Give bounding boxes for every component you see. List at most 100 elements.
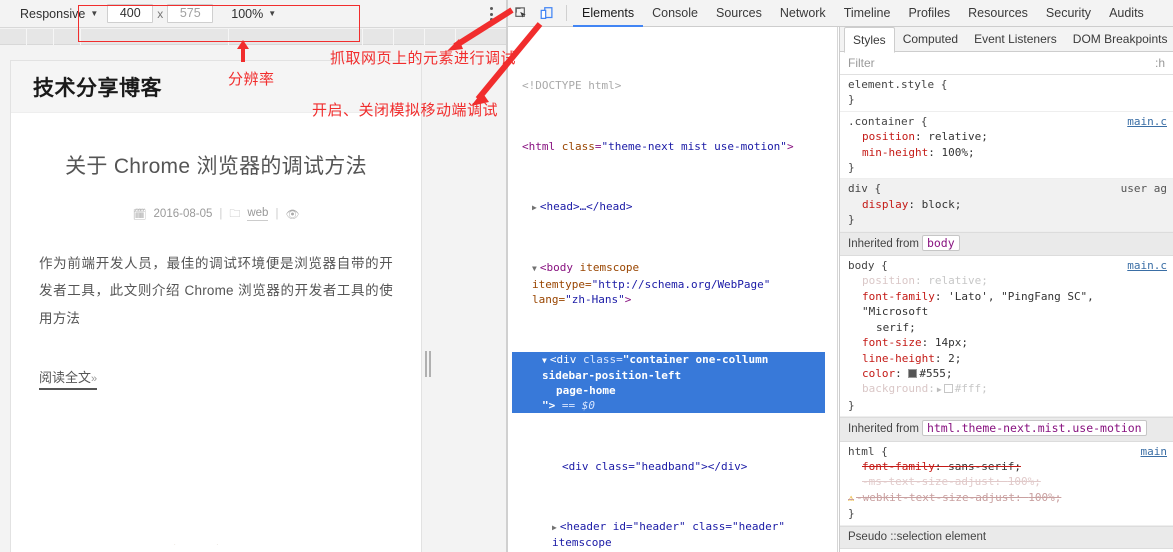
device-toolbar-glyph	[540, 6, 553, 19]
inspect-element-icon[interactable]	[508, 0, 534, 27]
tab-network[interactable]: Network	[771, 0, 835, 27]
viewport-resize-handle[interactable]	[421, 349, 435, 379]
css-declaration[interactable]: ⚠ -webkit-text-size-adjust: 100%;	[848, 490, 1165, 506]
devtools-tabbar: Elements Console Sources Network Timelin…	[508, 0, 1173, 27]
meta-separator: |	[219, 208, 223, 220]
toolbar-divider	[566, 5, 567, 21]
tab-styles[interactable]: Styles	[844, 27, 895, 53]
tab-dom-breakpoints[interactable]: DOM Breakpoints	[1065, 27, 1173, 52]
css-source-link[interactable]: main.c	[1127, 114, 1167, 129]
site-title: 技术分享博客	[33, 76, 162, 100]
inherited-element-chip[interactable]: body	[921, 234, 960, 251]
dom-line-headband[interactable]: <div class="headband"></div>	[512, 459, 825, 474]
inherited-element-chip[interactable]: html.theme-next.mist.use-motion	[921, 420, 1147, 437]
dom-line-header[interactable]: ▶ <header id="header" class="header" items…	[512, 519, 825, 552]
read-more-link[interactable]: 阅读全文»	[39, 367, 98, 390]
warning-icon: ⚠	[848, 492, 855, 504]
tab-security[interactable]: Security	[1037, 0, 1100, 27]
inherited-from-body-header: Inherited from body	[840, 231, 1173, 257]
dom-line-selected-container[interactable]: ▼ <div class="container one-collumn sideb…	[512, 351, 825, 414]
tab-elements[interactable]: Elements	[573, 0, 643, 27]
css-selector: element.style {	[848, 78, 948, 91]
zoom-select[interactable]: 100% ▼	[225, 5, 282, 23]
css-close-brace: }	[848, 213, 855, 227]
tab-profiles[interactable]: Profiles	[899, 0, 959, 27]
tab-computed[interactable]: Computed	[895, 27, 966, 52]
css-declaration-wrap: serif;	[876, 320, 916, 334]
css-rule-html[interactable]: main html { font-family: sans-serif; -ms…	[840, 442, 1173, 526]
css-rule-div-useragent[interactable]: user ag div { display: block; }	[840, 179, 1173, 232]
viewport-height-input[interactable]: 575	[167, 4, 214, 23]
css-source-link[interactable]: main	[1141, 444, 1168, 459]
elements-panel[interactable]: <!DOCTYPE html> <html class="theme-next …	[508, 27, 838, 552]
post-category-link[interactable]: web	[247, 207, 269, 221]
styles-tabbar: Styles Computed Event Listeners DOM Brea…	[840, 27, 1173, 53]
eye-icon: 👁	[285, 208, 300, 221]
css-declaration[interactable]: background: ▶ #fff;	[848, 381, 1165, 397]
styles-pane: Styles Computed Event Listeners DOM Brea…	[839, 27, 1173, 552]
post-title[interactable]: 关于 Chrome 浏览器的调试方法	[39, 151, 393, 183]
zoom-label: 100%	[231, 6, 264, 21]
css-close-brace: }	[848, 161, 855, 175]
calendar-icon: 🗓	[132, 208, 147, 221]
dimension-separator: x	[157, 6, 164, 21]
devtools-window: Elements Console Sources Network Timelin…	[508, 0, 1173, 552]
css-declaration[interactable]: position: relative;	[848, 129, 1165, 144]
inherited-label: Inherited from	[848, 237, 919, 250]
dom-line-head[interactable]: ▶ <head>…</head>	[512, 199, 825, 215]
device-toolbar: Responsive ▼ 400 x 575 100% ▼	[0, 0, 508, 28]
css-declaration[interactable]: font-family: 'Lato', "PingFang SC", "Mic…	[848, 289, 1165, 320]
styles-filter-bar[interactable]: Filter :h	[840, 52, 1173, 75]
inherited-label: Inherited from	[848, 423, 919, 436]
css-declaration[interactable]: font-size: 14px;	[848, 335, 1165, 350]
css-declaration[interactable]: color: #555;	[848, 366, 1165, 381]
css-declaration[interactable]: font-family: sans-serif;	[848, 459, 1165, 474]
css-rule-element-style[interactable]: element.style { }	[840, 75, 1173, 112]
tab-sources[interactable]: Sources	[707, 0, 771, 27]
device-preset-select[interactable]: Responsive ▼	[14, 5, 104, 23]
viewport-ruler	[0, 29, 508, 45]
css-close-brace: }	[848, 93, 855, 107]
read-more-label: 阅读全文	[39, 369, 92, 385]
color-swatch[interactable]	[908, 368, 918, 378]
partial-footer-row: ··	[173, 540, 259, 549]
dom-line-doctype: <!DOCTYPE html>	[522, 79, 622, 93]
inherited-from-html-header: Inherited from html.theme-next.mist.use-m…	[840, 417, 1173, 442]
tab-event-listeners[interactable]: Event Listeners	[966, 27, 1065, 52]
css-declaration[interactable]: -ms-text-size-adjust: 100%;	[848, 474, 1165, 489]
chevron-down-icon: ▼	[90, 9, 99, 18]
tab-timeline[interactable]: Timeline	[835, 0, 900, 27]
css-source-link[interactable]: main.c	[1127, 258, 1167, 273]
css-close-brace: }	[848, 398, 855, 412]
css-close-brace: }	[848, 507, 855, 521]
tab-console[interactable]: Console	[643, 0, 707, 27]
meta-separator: |	[275, 208, 279, 220]
css-declaration[interactable]: display: block;	[848, 197, 1165, 212]
css-declaration[interactable]: position: relative;	[848, 273, 1165, 288]
hov-state-button[interactable]: :h	[1155, 56, 1165, 70]
css-selector: .container {	[848, 114, 928, 128]
folder-icon: 🗀	[229, 207, 241, 220]
dom-line-body[interactable]: ▼ <body itemscope itemtype="http://schema…	[512, 260, 825, 306]
post-meta: 🗓 2016-08-05 | 🗀 web | 👁	[39, 205, 393, 224]
tab-resources[interactable]: Resources	[959, 0, 1037, 27]
more-options-icon[interactable]	[484, 5, 498, 23]
css-selector: body {	[848, 259, 888, 273]
post-wrapper: 关于 Chrome 浏览器的调试方法 🗓 2016-08-05 | 🗀 web …	[11, 113, 421, 390]
inspect-element-glyph	[514, 6, 526, 18]
styles-filter-input[interactable]: Filter	[848, 56, 875, 70]
pseudo-selection-header: Pseudo ::selection element	[840, 525, 1173, 549]
css-declaration[interactable]: min-height: 100%;	[848, 145, 1165, 160]
blog-header: 技术分享博客	[11, 61, 421, 113]
read-more-chevron: »	[91, 372, 98, 385]
dom-tree: <!DOCTYPE html> <html class="theme-next …	[508, 27, 837, 552]
color-swatch[interactable]	[943, 384, 953, 394]
dom-line-html[interactable]: <html class="theme-next mist use-motion"…	[512, 139, 825, 154]
css-declaration[interactable]: line-height: 2;	[848, 351, 1165, 366]
toggle-device-toolbar-icon[interactable]	[534, 0, 560, 27]
viewport-width-input[interactable]: 400	[107, 4, 154, 23]
device-emulation-pane: Responsive ▼ 400 x 575 100% ▼ 技术分享博客 关于 …	[0, 0, 508, 552]
css-rule-container[interactable]: main.c .container { position: relative; …	[840, 112, 1173, 180]
css-rule-body[interactable]: main.c body { position: relative; font-f…	[840, 256, 1173, 418]
tab-audits[interactable]: Audits	[1100, 0, 1153, 27]
